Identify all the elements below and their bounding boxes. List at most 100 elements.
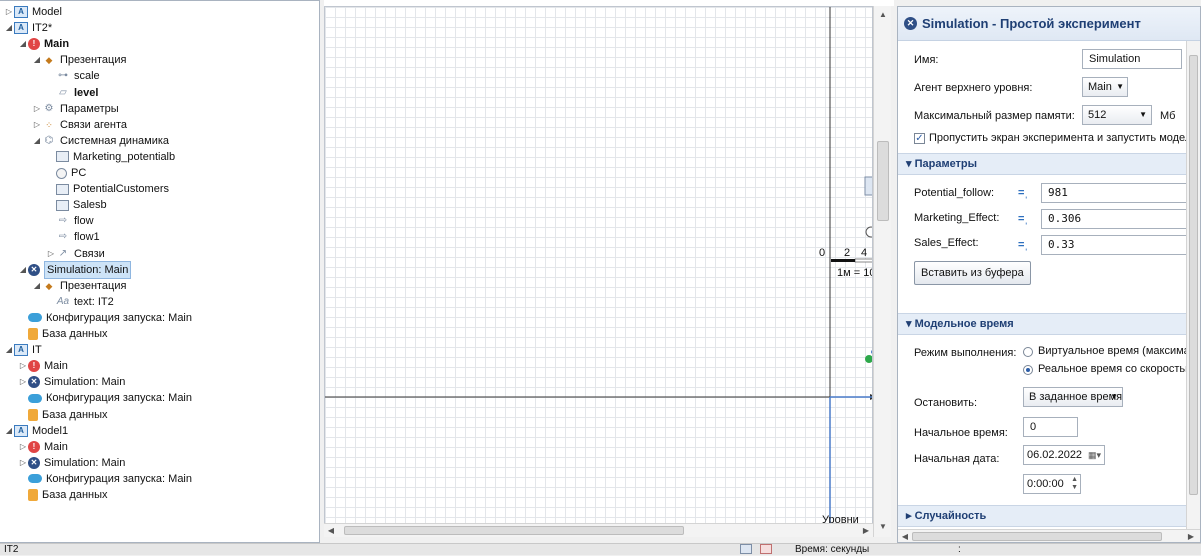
static-value-icon[interactable]: =ˌ xyxy=(1018,213,1028,225)
properties-horizontal-scrollbar[interactable]: ◀ ▶ xyxy=(898,529,1200,542)
status-error-icon[interactable] xyxy=(760,544,772,554)
tree-item[interactable]: ⇨ flow1 xyxy=(46,229,100,245)
canvas-horizontal-scrollbar[interactable]: ◀ ▶ xyxy=(324,523,873,537)
scroll-left-icon[interactable]: ◀ xyxy=(324,524,338,538)
collapse-icon[interactable]: ◢ xyxy=(32,278,42,294)
tree-item[interactable]: ▷ ✕ Simulation: Main xyxy=(18,374,125,390)
start-clock-value: 0:00:00 xyxy=(1027,478,1064,490)
tree-item[interactable]: Конфигурация запуска: Main xyxy=(18,310,192,326)
tree-item[interactable]: PotentialCustomers xyxy=(46,181,169,197)
tree-item[interactable]: PC xyxy=(46,165,86,181)
scroll-right-icon[interactable]: ▶ xyxy=(859,524,873,538)
expand-icon[interactable]: ▷ xyxy=(18,455,28,471)
graphical-editor-canvas[interactable]: 0 2 4 1м = 10 Уровни xyxy=(324,6,873,537)
tree-item-label: scale xyxy=(74,70,100,83)
database-icon xyxy=(28,489,38,501)
collapse-icon[interactable]: ◢ xyxy=(32,133,42,149)
paste-from-clipboard-button[interactable]: Вставить из буфера xyxy=(914,261,1031,285)
collapse-icon[interactable]: ◢ xyxy=(18,262,28,278)
properties-title: Simulation - Простой эксперимент xyxy=(922,16,1141,31)
tree-item[interactable]: ▷! Main xyxy=(18,439,68,455)
tree-item[interactable]: Конфигурация запуска: Main xyxy=(18,390,192,406)
tree-item[interactable]: ◢ A IT xyxy=(4,342,42,358)
tree-item[interactable]: ◢ A Model1 xyxy=(4,423,68,439)
tree-item[interactable]: ⊶ scale xyxy=(46,68,100,84)
scroll-up-icon[interactable]: ▲ xyxy=(876,8,890,22)
memory-value: 512 xyxy=(1088,109,1107,121)
expand-icon[interactable]: ▷ xyxy=(32,117,42,133)
tree-item[interactable]: Marketing_potentialb xyxy=(46,149,175,165)
collapse-icon[interactable]: ◢ xyxy=(32,52,42,68)
status-grid-icon[interactable] xyxy=(740,544,752,554)
skip-screen-checkbox[interactable]: ✓ xyxy=(914,133,925,144)
parameters-section-header[interactable]: ▾ Параметры xyxy=(898,153,1188,175)
collapse-icon[interactable]: ◢ xyxy=(4,423,14,439)
model-time-section-header[interactable]: ▾ Модельное время xyxy=(898,313,1188,335)
start-clock-field[interactable]: 0:00:00 ▲ ▼ xyxy=(1023,474,1081,494)
tree-item[interactable]: ▷! Main xyxy=(18,358,68,374)
collapse-icon[interactable]: ◢ xyxy=(4,20,14,36)
tree-item[interactable]: ◢ ◆ Презентация xyxy=(32,52,127,68)
scroll-right-icon[interactable]: ▶ xyxy=(1184,530,1198,542)
expand-icon[interactable]: ▷ xyxy=(18,439,28,455)
tree-item[interactable]: Salesb xyxy=(46,197,107,213)
tree-item[interactable]: ◢ A IT2* xyxy=(4,20,52,36)
randomness-section-header[interactable]: ▸ Случайность xyxy=(898,505,1188,527)
canvas-horizontal-thumb[interactable] xyxy=(344,526,684,535)
stop-select[interactable]: В заданное время ▼ xyxy=(1023,387,1123,407)
param-field-marketing-effect[interactable]: 0.306 xyxy=(1041,209,1191,229)
start-date-field[interactable]: 06.02.2022 ▦▾ xyxy=(1023,445,1105,465)
scroll-left-icon[interactable]: ◀ xyxy=(898,530,912,542)
canvas-vertical-scrollbar[interactable]: ▲ ▼ xyxy=(873,6,891,537)
expand-icon[interactable]: ▷ xyxy=(32,101,42,117)
cloud-icon xyxy=(28,393,42,403)
expand-icon[interactable]: ▷ xyxy=(18,358,28,374)
param-field-sales-effect[interactable]: 0.33 xyxy=(1041,235,1191,255)
memory-select[interactable]: 512 ▼ xyxy=(1082,105,1152,125)
status-separator: : xyxy=(958,544,961,555)
tree-item[interactable]: ▷ ⁘ Связи агента xyxy=(32,117,127,133)
tree-item[interactable]: ▷ ⚙ Параметры xyxy=(32,101,119,117)
top-agent-select[interactable]: Main ▼ xyxy=(1082,77,1128,97)
expand-icon[interactable]: ▷ xyxy=(18,374,28,390)
spinner-icon[interactable]: ▲ ▼ xyxy=(1071,476,1078,492)
project-tree[interactable]: ▷ A Model ◢ A IT2* ◢! Main ◢ ◆ Презентация ⊶ scale ▱ l… xyxy=(0,0,320,543)
virtual-time-radio[interactable] xyxy=(1023,347,1033,357)
canvas-vertical-thumb[interactable] xyxy=(877,141,889,221)
tree-item[interactable]: База данных xyxy=(18,407,108,423)
expand-icon[interactable]: ▷ xyxy=(4,4,14,20)
tree-item[interactable]: ◢ ◆ Презентация xyxy=(32,278,127,294)
tree-item[interactable]: ◢! Main xyxy=(18,36,69,52)
tree-item[interactable]: ▷ ✕ Simulation: Main xyxy=(18,455,125,471)
param-field-potential-follow[interactable]: 981 xyxy=(1041,183,1191,203)
tree-item[interactable]: ▱ level xyxy=(46,85,98,101)
start-time-field[interactable]: 0 xyxy=(1023,417,1078,437)
tree-item[interactable]: Aa text: IT2 xyxy=(46,294,114,310)
tree-item[interactable]: База данных xyxy=(18,326,108,342)
tree-item[interactable]: ◢ ⌬ Системная динамика xyxy=(32,133,169,149)
scroll-down-icon[interactable]: ▼ xyxy=(876,520,890,534)
simulation-icon: ✕ xyxy=(28,456,40,469)
static-value-icon[interactable]: =ˌ xyxy=(1018,239,1028,251)
tree-item[interactable]: ▷ ↗ Связи xyxy=(46,246,105,262)
canvas-drawing xyxy=(325,7,872,534)
tree-item-label: IT2* xyxy=(32,22,53,35)
properties-vertical-thumb[interactable] xyxy=(1189,55,1198,495)
name-field[interactable]: Simulation xyxy=(1082,49,1182,69)
model-icon: A xyxy=(14,424,28,437)
properties-horizontal-thumb[interactable] xyxy=(912,532,1162,541)
tree-item[interactable]: База данных xyxy=(18,487,108,503)
calendar-icon[interactable]: ▦▾ xyxy=(1088,446,1101,464)
collapse-icon[interactable]: ◢ xyxy=(4,342,14,358)
properties-vertical-scrollbar[interactable] xyxy=(1186,41,1200,529)
static-value-icon[interactable]: =ˌ xyxy=(1018,187,1028,199)
stop-value: В заданное время xyxy=(1029,391,1123,403)
collapse-icon[interactable]: ◢ xyxy=(18,36,28,52)
tree-item[interactable]: Конфигурация запуска: Main xyxy=(18,471,192,487)
real-time-radio[interactable] xyxy=(1023,365,1033,375)
system-dynamics-icon: ⌬ xyxy=(44,134,54,146)
expand-icon[interactable]: ▷ xyxy=(46,246,56,262)
tree-item[interactable]: ▷ A Model xyxy=(4,4,62,20)
tree-item[interactable]: ◢ ✕ Simulation: Main xyxy=(18,260,132,279)
tree-item[interactable]: ⇨ flow xyxy=(46,213,94,229)
